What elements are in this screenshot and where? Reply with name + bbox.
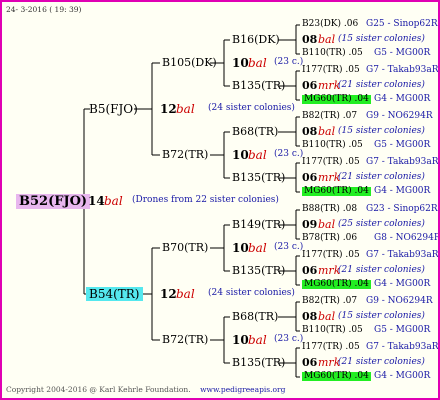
g5-0-gen: 08: [302, 33, 318, 46]
root-sym: bal: [104, 194, 123, 208]
g4-node-5[interactable]: B135(TR): [232, 265, 285, 276]
parent-2-gen: 12: [160, 287, 177, 301]
g5-0-bot-right: G5 - MG00R: [374, 48, 431, 58]
g4-node-1[interactable]: B135(TR): [232, 80, 285, 91]
g5-3-bot[interactable]: MG60(TR) .04: [302, 187, 371, 196]
g3-1-link-text: (23 c.): [274, 149, 304, 159]
g3-2-link-text: (23 c.): [274, 242, 304, 252]
g5-1-top-right: G7 - Takab93aR: [366, 65, 439, 75]
g5-6-bot-right: G5 - MG00R: [374, 325, 431, 335]
g5-4-bot-right: G8 - NO6294R: [374, 233, 440, 243]
g3-2-sym: bal: [248, 241, 267, 255]
g4-node-2[interactable]: B68(TR): [232, 126, 278, 137]
g4-node-7[interactable]: B135(TR): [232, 357, 285, 368]
g5-6-gen: 08: [302, 310, 318, 323]
g5-1-top[interactable]: I177(TR) .05: [302, 66, 360, 75]
g3-node-2[interactable]: B70(TR): [162, 242, 208, 253]
g5-2-top[interactable]: B82(TR) .07: [302, 112, 357, 121]
g5-0-sym: bal: [318, 33, 336, 46]
parent-1-sym: bal: [176, 102, 195, 116]
g5-2-gen: 08: [302, 125, 318, 138]
parent-2-sym: bal: [176, 287, 195, 301]
g5-1-bot[interactable]: MG60(TR) .04: [302, 95, 371, 104]
g3-node-1[interactable]: B72(TR): [162, 149, 208, 160]
g5-2-bot-right: G5 - MG00R: [374, 140, 431, 150]
g5-5-top-right: G7 - Takab93aR: [366, 250, 439, 260]
footer-site-link[interactable]: www.pedigreeapis.org: [200, 385, 285, 394]
g3-0-link-text: (23 c.): [274, 57, 304, 67]
parent-1-link-text: (24 sister colonies): [208, 103, 295, 113]
g5-7-gen: 06: [302, 356, 318, 369]
footer: Copyright 2004-2016 @ Karl Kehrle Founda…: [6, 385, 285, 394]
g4-node-4[interactable]: B149(TR): [232, 219, 285, 230]
g5-6-top[interactable]: B82(TR) .07: [302, 297, 357, 306]
g5-1-sym: mrk: [318, 79, 341, 92]
g5-5-bot[interactable]: MG60(TR) .04: [302, 280, 371, 289]
g3-0-gen: 10: [232, 56, 249, 70]
g5-3-gen: 06: [302, 171, 318, 184]
g5-0-top[interactable]: B23(DK) .06: [302, 20, 358, 29]
g5-5-link-text: (21 sister colonies): [338, 265, 425, 275]
g5-7-top-right: G7 - Takab93aR: [366, 342, 439, 352]
g5-4-top-right: G23 - Sinop62R: [366, 204, 438, 214]
g5-7-bot[interactable]: MG60(TR) .04: [302, 372, 371, 381]
g5-1-link-text: (21 sister colonies): [338, 80, 425, 90]
g5-0-bot[interactable]: B110(TR) .05: [302, 49, 363, 58]
g5-3-sym: mrk: [318, 171, 341, 184]
g5-5-sym: mrk: [318, 264, 341, 277]
g4-node-6[interactable]: B68(TR): [232, 311, 278, 322]
g5-7-top[interactable]: I177(TR) .05: [302, 343, 360, 352]
g5-3-link-text: (21 sister colonies): [338, 172, 425, 182]
g5-5-bot-right: G4 - MG00R: [374, 279, 431, 289]
g5-4-gen: 09: [302, 218, 318, 231]
g5-1-bot-right: G4 - MG00R: [374, 94, 431, 104]
g5-3-top[interactable]: I177(TR) .05: [302, 158, 360, 167]
g3-1-gen: 10: [232, 148, 249, 162]
g5-4-sym: bal: [318, 218, 336, 231]
g5-6-bot[interactable]: B110(TR) .05: [302, 326, 363, 335]
pedigree-frame: 24- 3-2016 ( 19: 39) B52(FJO) 14 bal (Drone…: [0, 0, 440, 400]
g3-2-gen: 10: [232, 241, 249, 255]
g5-6-link-text: (15 sister colonies): [338, 311, 425, 321]
g5-4-bot[interactable]: B78(TR) .06: [302, 234, 357, 243]
g5-4-top[interactable]: B88(TR) .08: [302, 205, 357, 214]
g5-4-link-text: (25 sister colonies): [338, 219, 425, 229]
g5-3-bot-right: G4 - MG00R: [374, 186, 431, 196]
g3-1-sym: bal: [248, 148, 267, 162]
g5-7-bot-right: G4 - MG00R: [374, 371, 431, 381]
g5-6-sym: bal: [318, 310, 336, 323]
g3-0-sym: bal: [248, 56, 267, 70]
g5-2-top-right: G9 - NO6294R: [366, 111, 433, 121]
g5-7-sym: mrk: [318, 356, 341, 369]
root-link-text: (Drones from 22 sister colonies): [132, 195, 279, 205]
g5-2-link-text: (15 sister colonies): [338, 126, 425, 136]
g3-3-gen: 10: [232, 333, 249, 347]
g5-2-bot[interactable]: B110(TR) .05: [302, 141, 363, 150]
g5-0-top-right: G25 - Sinop62R: [366, 19, 438, 29]
g5-6-top-right: G9 - NO6294R: [366, 296, 433, 306]
g5-3-top-right: G7 - Takab93aR: [366, 157, 439, 167]
g5-7-link-text: (21 sister colonies): [338, 357, 425, 367]
g5-5-top[interactable]: I177(TR) .05: [302, 251, 360, 260]
g3-3-link-text: (23 c.): [274, 334, 304, 344]
root-node[interactable]: B52(FJO): [16, 194, 91, 209]
g4-node-3[interactable]: B135(TR): [232, 172, 285, 183]
root-gen: 14: [88, 194, 105, 208]
g5-1-gen: 06: [302, 79, 318, 92]
g5-0-link-text: (15 sister colonies): [338, 34, 425, 44]
parent-1-gen: 12: [160, 102, 177, 116]
g5-2-sym: bal: [318, 125, 336, 138]
g4-node-0[interactable]: B16(DK): [232, 34, 280, 45]
parent-2-link-text: (24 sister colonies): [208, 288, 295, 298]
g3-node-0[interactable]: B105(DK): [162, 57, 217, 68]
g3-node-3[interactable]: B72(TR): [162, 334, 208, 345]
footer-copyright: Copyright 2004-2016 @ Karl Kehrle Founda…: [6, 385, 191, 394]
g5-5-gen: 06: [302, 264, 318, 277]
parent-node-1[interactable]: B5(FJO): [89, 103, 138, 115]
g3-3-sym: bal: [248, 333, 267, 347]
parent-node-2[interactable]: B54(TR): [86, 287, 143, 301]
